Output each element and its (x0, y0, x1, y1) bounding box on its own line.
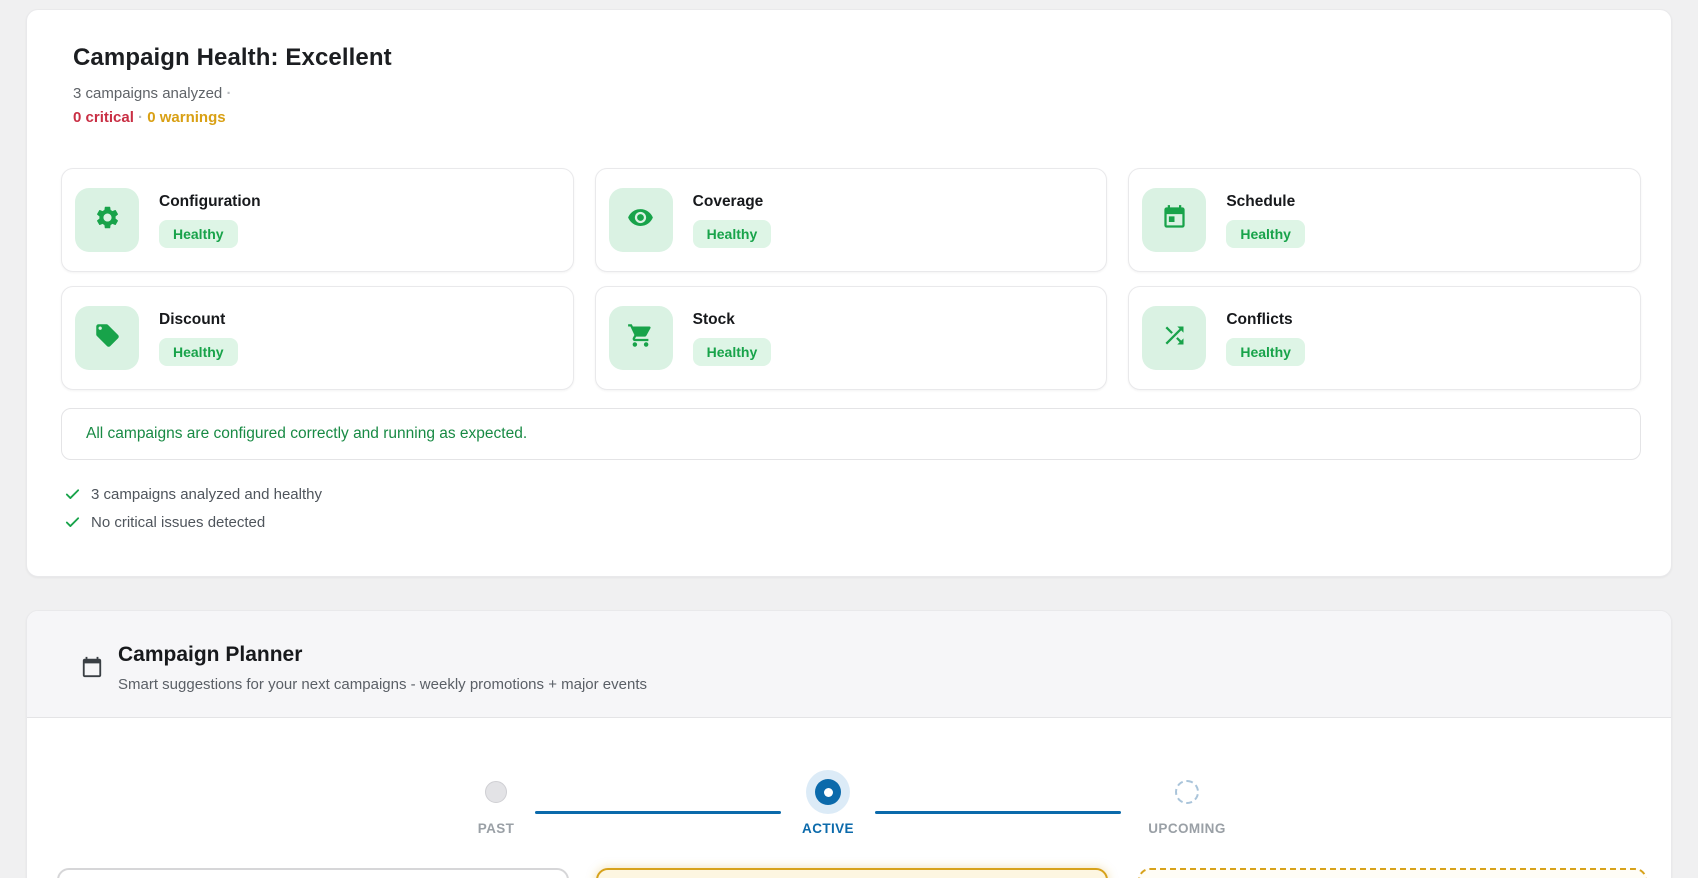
planner-subtitle: Smart suggestions for your next campaign… (118, 676, 647, 693)
check-item-text: 3 campaigns analyzed and healthy (91, 486, 322, 503)
status-card-label: Coverage (692, 192, 764, 210)
calendar-icon (82, 656, 102, 678)
timeline-step-label: ACTIVE (802, 821, 854, 836)
status-card[interactable]: Coverage Healthy (594, 168, 1108, 272)
planner-title: Campaign Planner (118, 643, 303, 666)
calendar-check-icon (1161, 204, 1188, 236)
timeline-step[interactable]: PAST (426, 770, 566, 836)
suggestion-card[interactable] (596, 868, 1108, 878)
timeline-connector (535, 811, 781, 814)
check-item: 3 campaigns analyzed and healthy (64, 486, 1641, 503)
campaign-planner-panel: Campaign Planner Smart suggestions for y… (26, 610, 1672, 878)
campaigns-analyzed-text: 3 campaigns analyzed (73, 85, 223, 102)
timeline-dot (806, 770, 850, 814)
check-icon (65, 517, 80, 527)
warnings-count: 0 warnings (147, 109, 226, 126)
status-card[interactable]: Configuration Healthy (61, 168, 574, 272)
health-title: Campaign Health: Excellent (73, 44, 392, 71)
status-card[interactable]: Discount Healthy (61, 286, 574, 390)
health-summary-message: All campaigns are configured correctly a… (61, 408, 1641, 460)
status-badge: Healthy (692, 337, 772, 366)
status-card-label: Schedule (1226, 192, 1296, 210)
status-card-label: Configuration (159, 192, 261, 210)
timeline-step-label: PAST (477, 821, 515, 836)
campaign-health-panel: Campaign Health: Excellent 3 campaigns a… (26, 9, 1672, 577)
suggestion-card[interactable] (57, 868, 569, 878)
timeline-connector (875, 811, 1121, 814)
health-header: Campaign Health: Excellent 3 campaigns a… (73, 44, 1641, 126)
timeline-dot (1165, 770, 1209, 814)
check-item-text: No critical issues detected (91, 514, 266, 531)
status-card-label: Stock (692, 310, 735, 328)
shuffle-icon (1161, 322, 1188, 354)
status-badge: Healthy (692, 219, 772, 248)
check-item: No critical issues detected (64, 514, 1641, 531)
cart-icon (627, 322, 654, 354)
gear-icon (94, 204, 121, 236)
status-card[interactable]: Conflicts Healthy (1128, 286, 1641, 390)
status-card[interactable]: Schedule Healthy (1128, 168, 1641, 272)
status-badge: Healthy (1226, 337, 1305, 366)
tag-icon (94, 322, 121, 354)
health-counts: 0 critical · 0 warnings (73, 109, 1641, 126)
separator-dot: · (226, 85, 232, 102)
health-meta: 3 campaigns analyzed · (73, 85, 1641, 102)
check-icon (65, 489, 80, 499)
planner-body: PAST ACTIVE UPCOMING (27, 718, 1671, 878)
critical-count: 0 critical (73, 109, 134, 126)
timeline-step[interactable]: UPCOMING (1117, 770, 1257, 836)
timeline-dot (474, 770, 518, 814)
status-badge: Healthy (1226, 219, 1305, 248)
eye-icon (627, 204, 654, 236)
status-badge: Healthy (159, 219, 238, 248)
timeline-step-label: UPCOMING (1148, 821, 1226, 836)
separator-dot: · (138, 109, 144, 126)
status-card-label: Conflicts (1226, 310, 1293, 328)
status-card[interactable]: Stock Healthy (594, 286, 1108, 390)
suggestion-card[interactable] (1138, 868, 1647, 878)
health-check-list: 3 campaigns analyzed and healthy No crit… (64, 486, 1641, 531)
status-card-grid: Configuration Healthy Coverage Healthy S… (61, 168, 1641, 390)
timeline-step[interactable]: ACTIVE (758, 770, 898, 836)
status-badge: Healthy (159, 337, 238, 366)
planner-header: Campaign Planner Smart suggestions for y… (27, 611, 1671, 718)
status-card-label: Discount (159, 310, 226, 328)
